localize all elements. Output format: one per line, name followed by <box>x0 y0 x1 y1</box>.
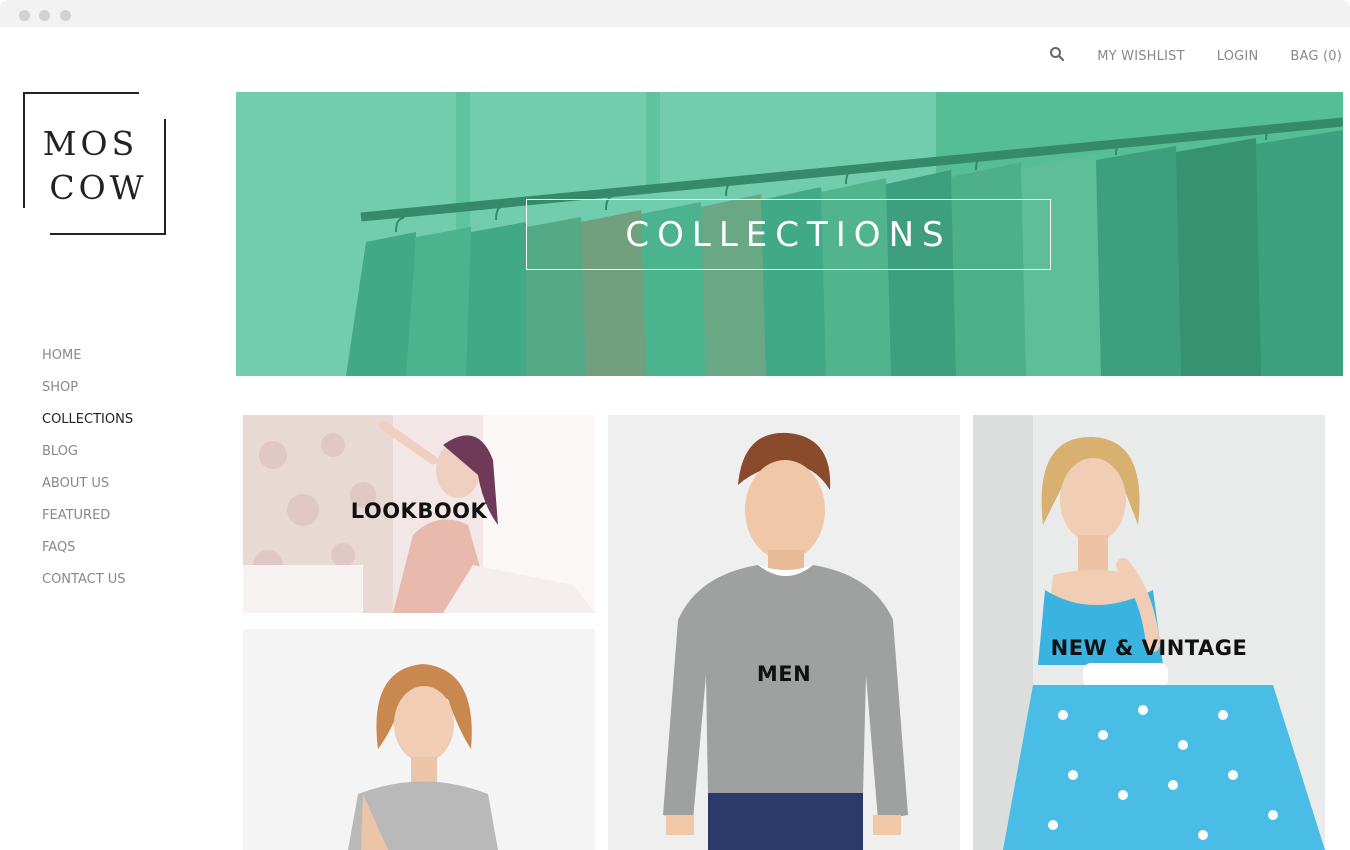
men-image <box>608 415 960 850</box>
search-icon[interactable] <box>1049 46 1065 62</box>
tile-women[interactable] <box>243 629 595 850</box>
tile-vintage[interactable]: NEW & VINTAGE <box>973 415 1325 850</box>
sidebar-item-faqs[interactable]: FAQS <box>42 540 133 572</box>
top-navigation: MY WISHLIST LOGIN BAG (0) <box>1049 46 1342 66</box>
login-link[interactable]: LOGIN <box>1217 49 1259 64</box>
window-dot-close[interactable] <box>19 10 30 21</box>
window-dot-zoom[interactable] <box>60 10 71 21</box>
sidebar-item-blog[interactable]: BLOG <box>42 444 133 476</box>
tile-lookbook[interactable]: LOOKBOOK <box>243 415 595 613</box>
tile-lookbook-label: LOOKBOOK <box>350 499 488 523</box>
sidebar-item-about-us[interactable]: ABOUT US <box>42 476 133 508</box>
hero-banner: COLLECTIONS <box>236 92 1343 376</box>
search-button[interactable] <box>1049 46 1065 66</box>
sidebar-item-contact-us[interactable]: CONTACT US <box>42 572 133 604</box>
browser-chrome <box>0 0 1350 27</box>
brand-logo[interactable]: MOS COW <box>23 92 166 235</box>
wishlist-link[interactable]: MY WISHLIST <box>1097 49 1184 64</box>
tile-vintage-label: NEW & VINTAGE <box>1050 636 1248 660</box>
tile-men-label: MEN <box>756 662 812 686</box>
sidebar-item-home[interactable]: HOME <box>42 348 133 380</box>
sidebar-nav: HOME SHOP COLLECTIONS BLOG ABOUT US FEAT… <box>42 348 133 604</box>
women-image <box>243 629 595 850</box>
logo-text-line-1: MOS <box>42 124 139 163</box>
sidebar-item-featured[interactable]: FEATURED <box>42 508 133 540</box>
bag-link[interactable]: BAG (0) <box>1290 49 1342 64</box>
hero-title: COLLECTIONS <box>625 214 952 255</box>
logo-text-line-2: COW <box>49 168 148 207</box>
sidebar-item-shop[interactable]: SHOP <box>42 380 133 412</box>
tile-men[interactable]: MEN <box>608 415 960 850</box>
window-dot-minimize[interactable] <box>39 10 50 21</box>
sidebar-item-collections[interactable]: COLLECTIONS <box>42 412 133 444</box>
vintage-image <box>973 415 1325 850</box>
hero-title-box[interactable]: COLLECTIONS <box>526 199 1051 270</box>
